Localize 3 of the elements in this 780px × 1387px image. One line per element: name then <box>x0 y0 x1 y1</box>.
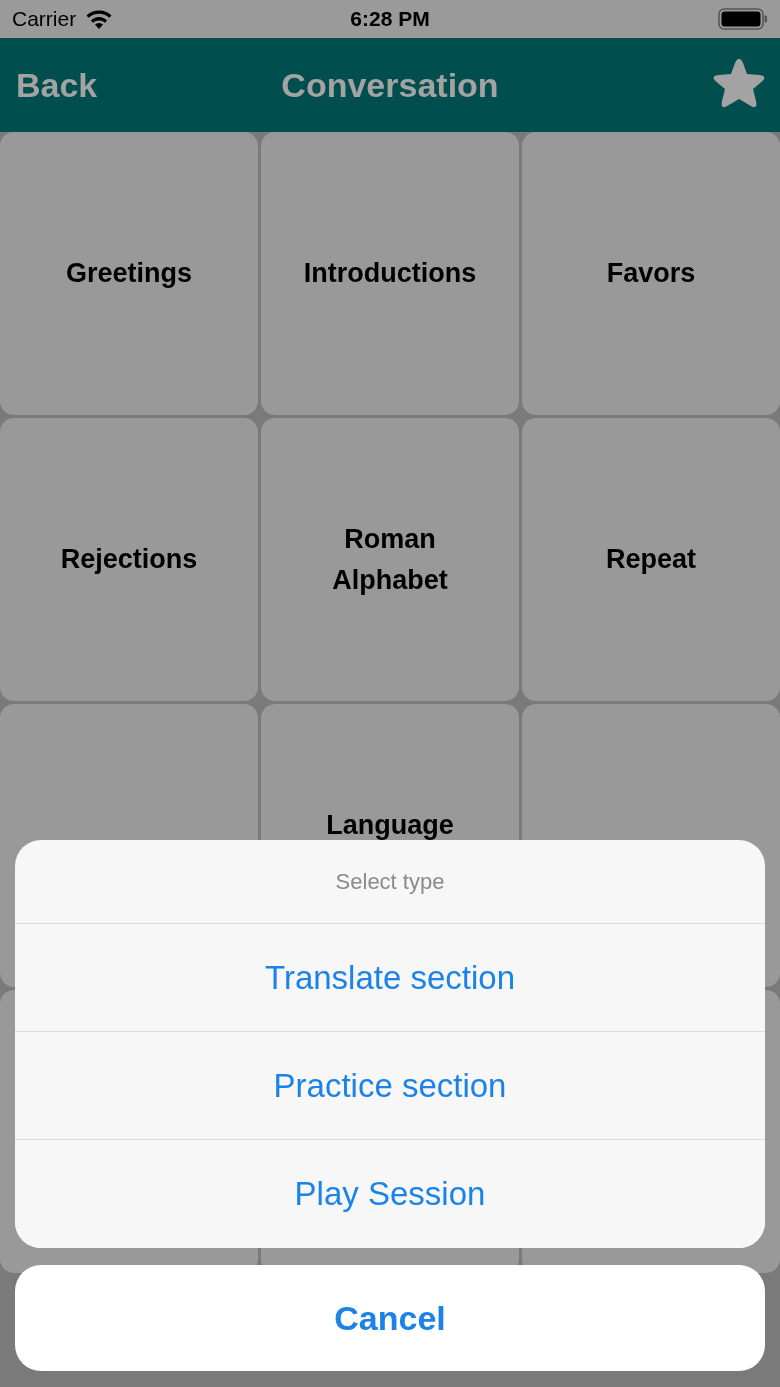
carrier-name: Carrier <box>12 7 77 31</box>
nav-title: Conversation <box>281 65 499 105</box>
status-time: 6:28 PM <box>350 7 430 31</box>
